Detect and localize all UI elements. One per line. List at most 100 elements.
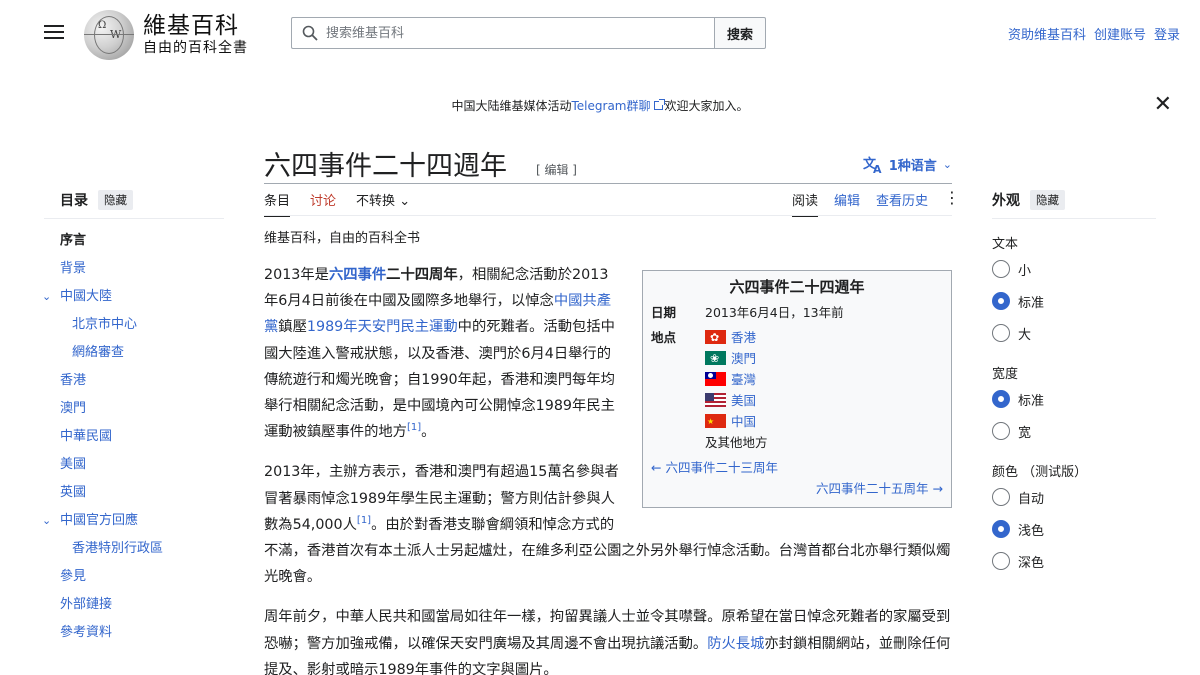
appearance-hide-button[interactable]: 隐藏	[1030, 190, 1065, 210]
location-usa[interactable]: 美国	[731, 393, 756, 408]
tabs-divider	[264, 215, 952, 216]
toc-item[interactable]: 中華民國	[44, 423, 224, 451]
site-logo[interactable]: ΩW 維基百科 自由的百科全書	[84, 10, 248, 60]
translate-icon: 文 A	[863, 156, 882, 174]
text-size-option[interactable]: 标准	[992, 285, 1156, 317]
toc-link[interactable]: 網絡審查	[44, 345, 124, 360]
toc-item[interactable]: ⌄ 中國大陸	[42, 283, 224, 311]
external-link-icon	[653, 99, 665, 110]
toc-item[interactable]: 網絡審查	[44, 339, 224, 367]
infobox-date-value: 2013年6月4日，13年前	[705, 305, 844, 320]
more-actions-icon[interactable]: ⋮	[944, 190, 960, 206]
search-button[interactable]: 搜索	[714, 17, 766, 49]
color-option[interactable]: 深色	[992, 545, 1156, 577]
location-taiwan[interactable]: 臺灣	[731, 372, 756, 387]
toc-item[interactable]: 北京市中心	[44, 311, 224, 339]
tab-talk[interactable]: 讨论	[310, 190, 336, 217]
text-size-radio[interactable]	[992, 292, 1010, 310]
link-great-firewall[interactable]: 防火長城	[707, 636, 764, 652]
toc-item[interactable]: 英國	[44, 479, 224, 507]
main-menu-button[interactable]	[44, 22, 64, 42]
previous-anniversary-link[interactable]: ← 六四事件二十三周年	[651, 460, 778, 475]
hong-kong-flag-icon	[705, 330, 726, 344]
toc-link[interactable]: 中國官方回應	[44, 513, 138, 528]
location-hong-kong[interactable]: 香港	[731, 330, 756, 345]
toc-item[interactable]: 背景	[44, 255, 224, 283]
tab-read[interactable]: 阅读	[791, 190, 818, 217]
toc-link[interactable]: 北京市中心	[44, 317, 137, 332]
toc-item[interactable]: 序言	[44, 227, 224, 255]
reference-link[interactable]: [1]	[357, 515, 371, 526]
toc-link[interactable]: 美國	[44, 457, 86, 472]
search-box[interactable]	[291, 17, 714, 49]
toc-link[interactable]: 背景	[44, 261, 86, 276]
create-account-link[interactable]: 创建账号	[1094, 24, 1146, 43]
taiwan-flag-icon	[705, 372, 726, 386]
chevron-down-icon[interactable]: ⌄	[42, 283, 51, 311]
toc-item[interactable]: 外部鏈接	[44, 591, 224, 619]
tab-history[interactable]: 查看历史	[876, 190, 928, 215]
reference-link[interactable]: [1]	[407, 422, 421, 433]
toc-hide-button[interactable]: 隐藏	[98, 190, 133, 210]
user-links: 资助维基百科 创建账号 登录	[1008, 24, 1180, 43]
width-radio[interactable]	[992, 390, 1010, 408]
telegram-link[interactable]: Telegram群聊	[572, 99, 651, 113]
tab-edit[interactable]: 编辑	[834, 190, 860, 215]
color-radio[interactable]	[992, 520, 1010, 538]
page-title: 六四事件二十四週年	[264, 151, 507, 182]
width-option[interactable]: 标准	[992, 383, 1156, 415]
text-size-radio[interactable]	[992, 260, 1010, 278]
color-option[interactable]: 自动	[992, 481, 1156, 513]
width-option[interactable]: 宽	[992, 415, 1156, 447]
toc-item[interactable]: 參見	[44, 563, 224, 591]
variant-dropdown[interactable]: 不转换 ⌄	[356, 190, 410, 217]
login-link[interactable]: 登录	[1154, 24, 1180, 43]
toc-item[interactable]: 美國	[44, 451, 224, 479]
toc-link[interactable]: 香港特別行政區	[44, 541, 163, 556]
language-button[interactable]: 文 A 1种语言 ⌄	[863, 155, 952, 175]
search-input[interactable]	[326, 25, 706, 41]
infobox-date-label: 日期	[651, 305, 677, 320]
close-notice-button[interactable]: ✕	[1154, 94, 1172, 116]
link-1989-movement[interactable]: 1989年天安門民主運動	[307, 319, 458, 335]
text-size-radio[interactable]	[992, 324, 1010, 342]
toc-link[interactable]: 參見	[44, 569, 86, 584]
next-anniversary-link[interactable]: 六四事件二十五周年 →	[816, 481, 943, 496]
width-option-label: 宽	[1018, 425, 1032, 441]
toc-item[interactable]: 澳門	[44, 395, 224, 423]
toc-item[interactable]: ⌄ 中國官方回應	[42, 507, 224, 535]
toc-link[interactable]: 參考資料	[44, 625, 112, 640]
appearance-panel: 外观 隐藏 文本 小标准大 宽度 标准宽 颜色 （测试版） 自动 浅色 深色	[992, 190, 1156, 577]
location-china[interactable]: 中国	[731, 414, 756, 429]
toc-link[interactable]: 中國大陸	[44, 289, 112, 304]
search-icon	[302, 25, 318, 41]
color-radio[interactable]	[992, 488, 1010, 506]
donate-link[interactable]: 资助维基百科	[1008, 24, 1086, 43]
infobox-date-row: 日期 2013年6月4日，13年前	[651, 302, 943, 323]
color-radio[interactable]	[992, 552, 1010, 570]
toc-item[interactable]: 香港	[44, 367, 224, 395]
toc-link[interactable]: 英國	[44, 485, 86, 500]
text-size-option[interactable]: 小	[992, 253, 1156, 285]
infobox-location-row: 地点 香港 澳門 臺灣 美国 中国 及其他地方	[651, 327, 943, 453]
width-radio[interactable]	[992, 422, 1010, 440]
title-divider	[264, 183, 952, 184]
text-size-option-label: 大	[1018, 327, 1032, 343]
toc-link[interactable]: 序言	[44, 233, 86, 248]
tab-article[interactable]: 条目	[264, 190, 291, 217]
link-june-fourth[interactable]: 六四事件	[329, 267, 386, 283]
chevron-down-icon[interactable]: ⌄	[42, 507, 51, 535]
toc-item[interactable]: 參考資料	[44, 619, 224, 647]
toc-link[interactable]: 香港	[44, 373, 86, 388]
title-edit-link[interactable]: [ 编辑 ]	[536, 161, 577, 178]
chevron-down-icon: ⌄	[942, 158, 952, 171]
toc-item[interactable]: 香港特別行政區	[44, 535, 224, 563]
svg-text:A: A	[873, 163, 882, 174]
text-size-option-label: 标准	[1018, 295, 1045, 311]
toc-link[interactable]: 中華民國	[44, 429, 112, 444]
location-macau[interactable]: 澳門	[731, 351, 756, 366]
text-size-option[interactable]: 大	[992, 317, 1156, 349]
toc-link[interactable]: 澳門	[44, 401, 86, 416]
toc-link[interactable]: 外部鏈接	[44, 597, 112, 612]
color-option[interactable]: 浅色	[992, 513, 1156, 545]
